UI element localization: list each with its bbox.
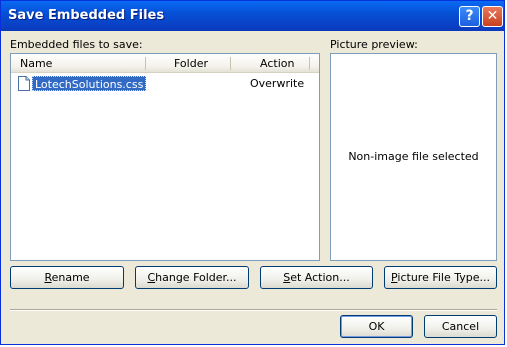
ok-button[interactable]: OK: [340, 315, 413, 338]
file-name[interactable]: LotechSolutions.css: [32, 76, 147, 91]
set-action-button[interactable]: Set Action...: [260, 266, 373, 289]
file-action: Overwrite: [250, 77, 305, 90]
column-divider[interactable]: [145, 57, 146, 70]
title-bar[interactable]: Save Embedded Files ? ✕: [1, 1, 504, 31]
picture-preview-panel: Non-image file selected: [330, 53, 497, 261]
column-divider[interactable]: [309, 57, 310, 70]
list-header: Name Folder Action: [11, 54, 319, 73]
column-divider[interactable]: [230, 57, 231, 70]
column-header-action[interactable]: Action: [260, 57, 294, 70]
list-item[interactable]: LotechSolutions.css Overwrite: [18, 76, 313, 92]
column-header-name[interactable]: Name: [20, 57, 52, 70]
close-button[interactable]: ✕: [482, 6, 503, 27]
close-icon: ✕: [486, 8, 499, 24]
embedded-files-label: Embedded files to save:: [10, 38, 143, 51]
help-button[interactable]: ?: [459, 6, 480, 27]
column-header-folder[interactable]: Folder: [174, 57, 208, 70]
preview-message: Non-image file selected: [348, 150, 479, 163]
save-embedded-files-dialog: Save Embedded Files ? ✕ Embedded files t…: [0, 0, 505, 345]
separator: [10, 309, 497, 311]
change-folder-button[interactable]: Change Folder...: [135, 266, 249, 289]
picture-preview-label: Picture preview:: [330, 38, 418, 51]
rename-button[interactable]: Rename: [10, 266, 124, 289]
embedded-files-list[interactable]: Name Folder Action LotechSolutions.css O…: [10, 53, 320, 261]
document-icon: [18, 76, 30, 91]
help-icon: ?: [465, 8, 474, 24]
cancel-button[interactable]: Cancel: [424, 315, 497, 338]
picture-file-type-button[interactable]: Picture File Type...: [384, 266, 497, 289]
window-title: Save Embedded Files: [8, 8, 165, 23]
